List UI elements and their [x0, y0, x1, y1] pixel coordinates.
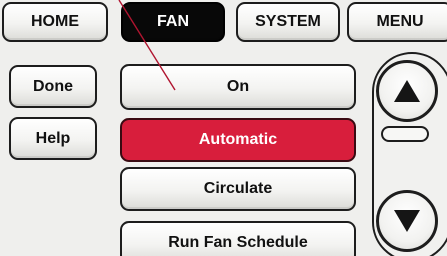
thermostat-screen: HOME FAN SYSTEM MENU Done Help On Automa…: [0, 0, 447, 256]
fan-option-automatic[interactable]: Automatic: [120, 118, 356, 162]
scroll-down-button[interactable]: [376, 190, 438, 252]
down-arrow-icon: [394, 210, 420, 232]
scroll-up-button[interactable]: [376, 60, 438, 122]
fan-option-circulate[interactable]: Circulate: [120, 167, 356, 211]
done-button[interactable]: Done: [9, 65, 97, 108]
tab-menu[interactable]: MENU: [347, 2, 447, 42]
scroll-position-indicator: [381, 126, 429, 142]
tab-fan[interactable]: FAN: [121, 2, 225, 42]
fan-option-run-fan-schedule[interactable]: Run Fan Schedule: [120, 221, 356, 256]
fan-option-on[interactable]: On: [120, 64, 356, 110]
tab-home[interactable]: HOME: [2, 2, 108, 42]
up-arrow-icon: [394, 80, 420, 102]
help-button[interactable]: Help: [9, 117, 97, 160]
tab-system[interactable]: SYSTEM: [236, 2, 340, 42]
